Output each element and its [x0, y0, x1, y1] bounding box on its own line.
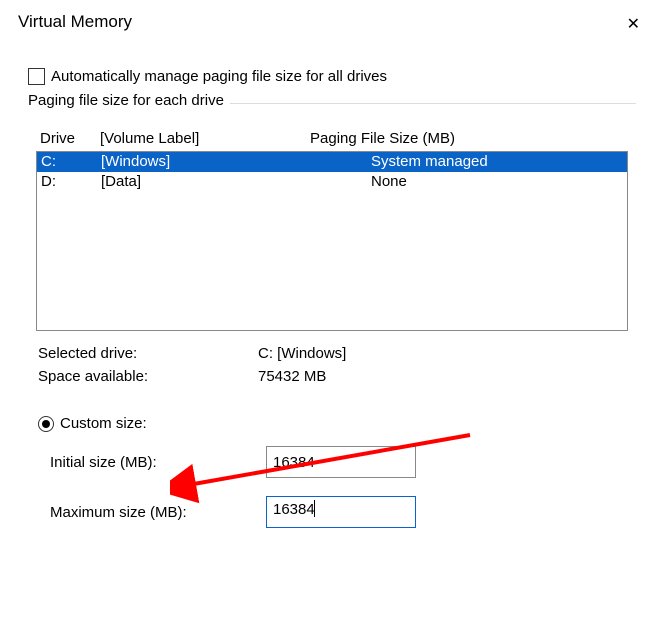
drive-pfs: None: [371, 173, 623, 190]
drive-letter: C:: [41, 153, 101, 170]
col-drive: Drive: [40, 130, 100, 147]
drive-label: [Windows]: [101, 153, 371, 170]
initial-size-label: Initial size (MB):: [50, 454, 266, 471]
drive-label: [Data]: [101, 173, 371, 190]
custom-size-radio[interactable]: [38, 416, 54, 432]
col-volume-label: [Volume Label]: [100, 130, 310, 147]
column-headers: Drive [Volume Label] Paging File Size (M…: [36, 124, 628, 151]
space-available-label: Space available:: [38, 368, 258, 385]
col-paging-size: Paging File Size (MB): [310, 130, 626, 147]
space-available-value: 75432 MB: [258, 368, 628, 385]
maximum-size-input[interactable]: 16384: [266, 496, 416, 528]
auto-manage-checkbox[interactable]: [28, 68, 45, 85]
drive-letter: D:: [41, 173, 101, 190]
drive-pfs: System managed: [371, 153, 623, 170]
auto-manage-checkbox-row[interactable]: Automatically manage paging file size fo…: [28, 68, 636, 85]
maximum-size-label: Maximum size (MB):: [50, 504, 266, 521]
close-icon[interactable]: ✕: [619, 12, 648, 36]
dialog-title: Virtual Memory: [18, 12, 132, 32]
auto-manage-label: Automatically manage paging file size fo…: [51, 68, 387, 85]
drive-row[interactable]: D: [Data] None: [37, 172, 627, 192]
drive-list[interactable]: C: [Windows] System managed D: [Data] No…: [36, 151, 628, 331]
custom-size-radio-row[interactable]: Custom size:: [36, 415, 628, 432]
initial-size-input[interactable]: [266, 446, 416, 478]
drive-row[interactable]: C: [Windows] System managed: [37, 152, 627, 172]
paging-fieldset: Paging file size for each drive Drive [V…: [28, 103, 636, 528]
selected-drive-label: Selected drive:: [38, 345, 258, 362]
custom-size-label: Custom size:: [60, 415, 147, 432]
fieldset-legend: Paging file size for each drive: [28, 92, 230, 109]
selected-drive-value: C: [Windows]: [258, 345, 628, 362]
